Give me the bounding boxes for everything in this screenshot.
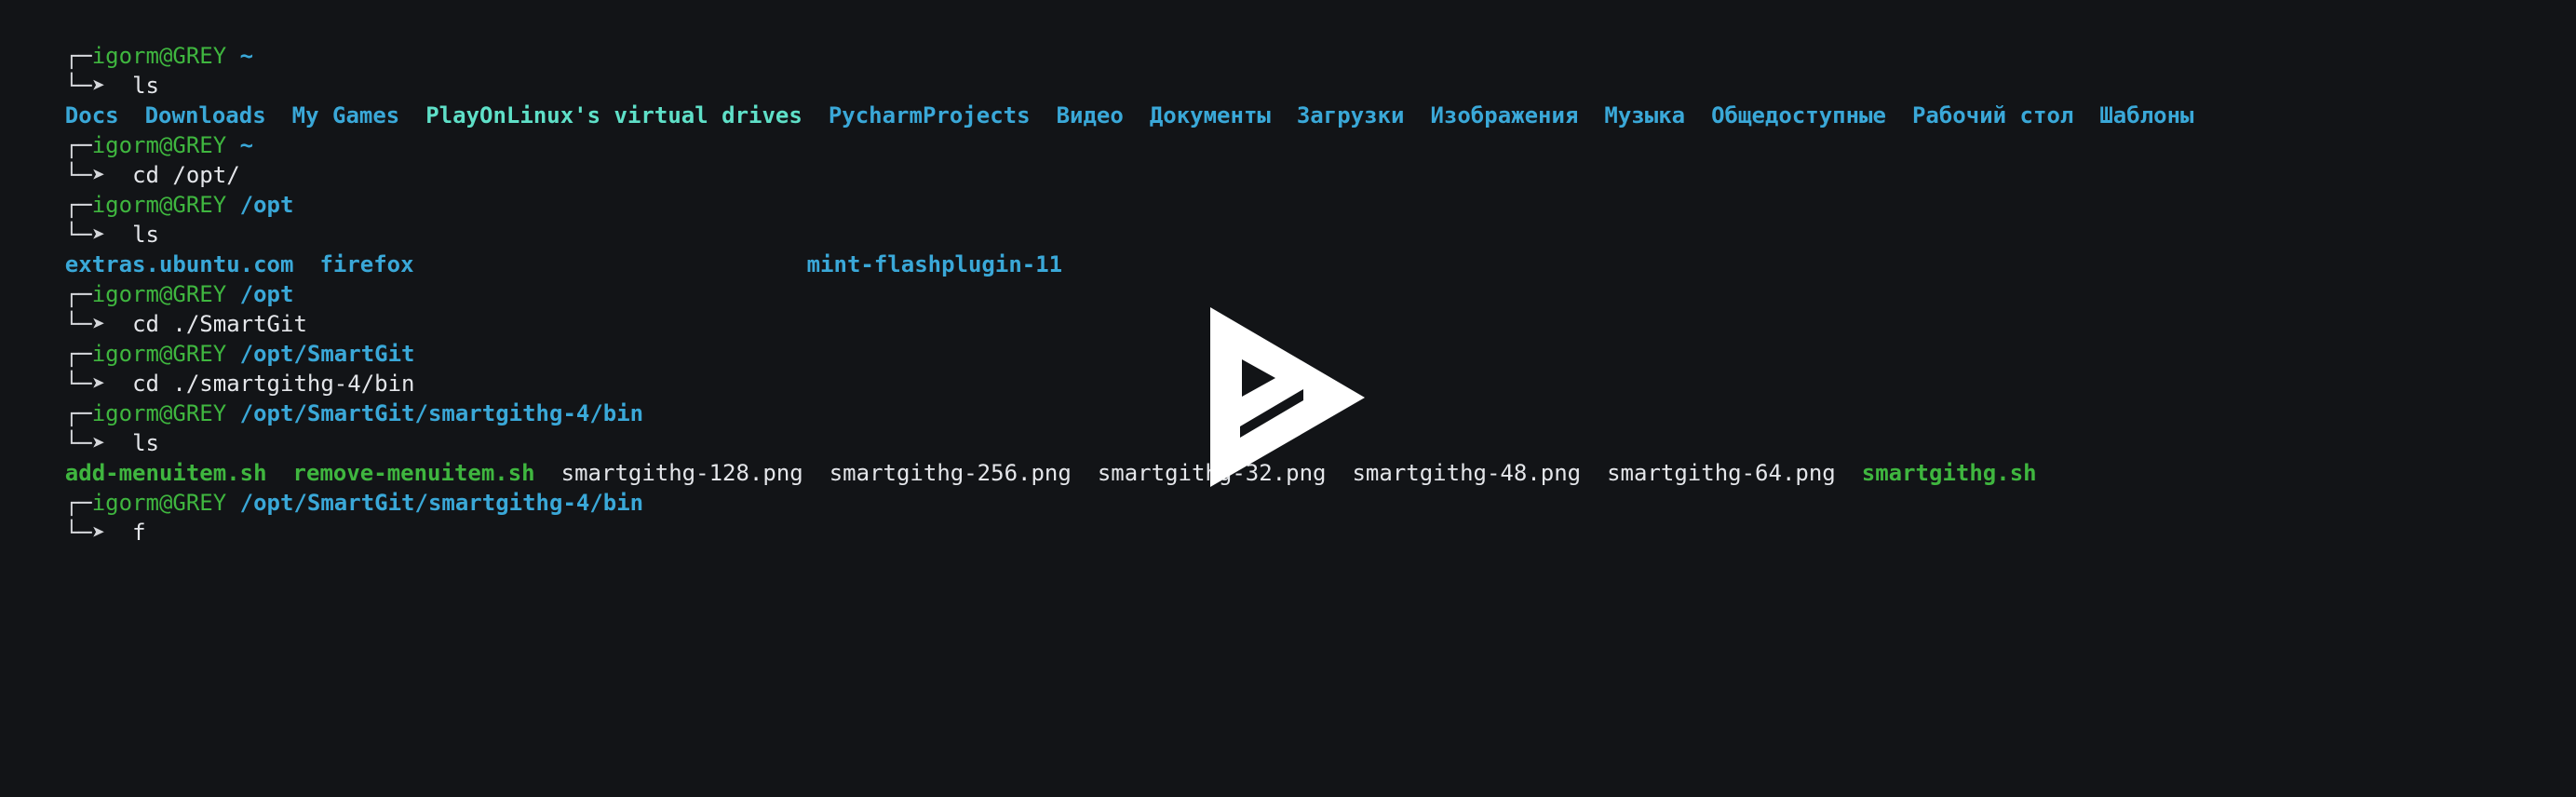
ls-entry: smartgithg-256.png: [829, 460, 1072, 486]
prompt-path: /opt/SmartGit/smartgithg-4/bin: [239, 490, 644, 516]
play-icon[interactable]: [1210, 307, 1369, 489]
ls-entry: Рабочий стол: [1911, 102, 2074, 128]
ls-entry: PycharmProjects: [828, 102, 1031, 128]
prompt-path: /opt: [239, 192, 294, 218]
prompt-line: ┌─igorm@GREY /opt: [11, 160, 294, 218]
prompt-line: ┌─igorm@GREY /opt/SmartGit: [11, 309, 415, 367]
ls-entry: smartgithg.sh: [1861, 460, 2037, 486]
ls-entry: Общедоступные: [1711, 102, 1886, 128]
prompt-path: /opt/SmartGit/smartgithg-4/bin: [239, 400, 644, 426]
ls-entry: Музыка: [1604, 102, 1686, 128]
prompt-path: ~: [239, 132, 254, 158]
ls-output-bin: add-menuitem.sh remove-menuitem.sh smartgi…: [11, 428, 2037, 486]
prompt-line: ┌─igorm@GREY /opt/SmartGit/smartgithg-4/…: [11, 458, 643, 516]
ls-entry: PlayOnLinux's virtual drives: [425, 102, 802, 128]
ls-entry: smartgithg-64.png: [1607, 460, 1836, 486]
prompt-line: ┌─igorm@GREY /opt: [11, 250, 294, 307]
current-command-line[interactable]: └─➤ f: [11, 488, 146, 546]
command-line: └─➤ ls: [11, 190, 159, 248]
prompt-line: ┌─igorm@GREY ~: [11, 11, 253, 69]
ls-entry: Документы: [1149, 102, 1271, 128]
ls-entry: My Games: [291, 102, 400, 128]
ls-output-home: Docs Downloads My Games PlayOnLinux's virtu…: [11, 71, 2194, 128]
prompt-frame-bottom: └─➤: [64, 520, 106, 546]
command-line: └─➤ ls: [11, 41, 159, 99]
command-line: └─➤ ls: [11, 398, 159, 456]
ls-entry: smartgithg-48.png: [1352, 460, 1582, 486]
prompt-line: ┌─igorm@GREY ~: [11, 101, 253, 158]
command-line: └─➤ cd /opt/: [11, 130, 240, 188]
ls-entry: Шаблоны: [2099, 102, 2194, 128]
prompt-line: ┌─igorm@GREY /opt/SmartGit/smartgithg-4/…: [11, 369, 643, 426]
command-input[interactable]: f: [132, 520, 145, 546]
command-line: └─➤ cd ./SmartGit: [11, 279, 307, 337]
ls-entry: Изображения: [1430, 102, 1579, 128]
ls-entry: mint-flashplugin-11: [806, 251, 1063, 277]
ls-entry: firefox: [319, 251, 414, 277]
play-overlay[interactable]: [1210, 307, 1369, 489]
ls-entry: Загрузки: [1296, 102, 1405, 128]
command-line: └─➤ cd ./smartgithg-4/bin: [11, 339, 415, 397]
ls-output-opt: extras.ubuntu.com firefox mint-flashplugin…: [11, 220, 1701, 277]
ls-entry: Видео: [1056, 102, 1124, 128]
terminal-window[interactable]: ┌─igorm@GREY ~ └─➤ ls Docs Downloads My Ga…: [0, 0, 2576, 797]
prompt-path: ~: [239, 43, 254, 69]
